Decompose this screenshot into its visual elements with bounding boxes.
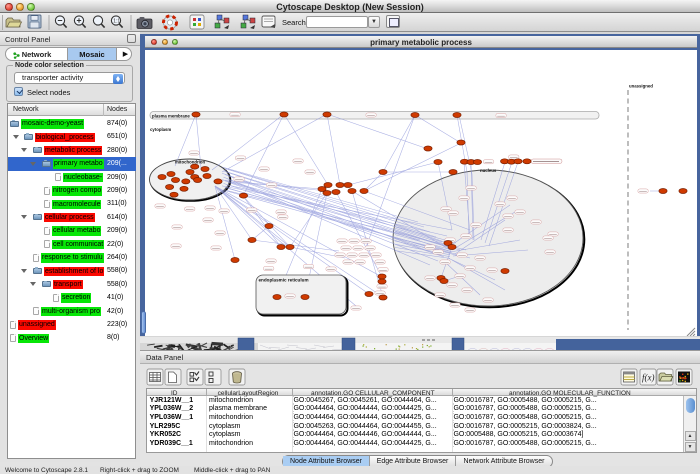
- svg-text:f(x): f(x): [642, 373, 655, 383]
